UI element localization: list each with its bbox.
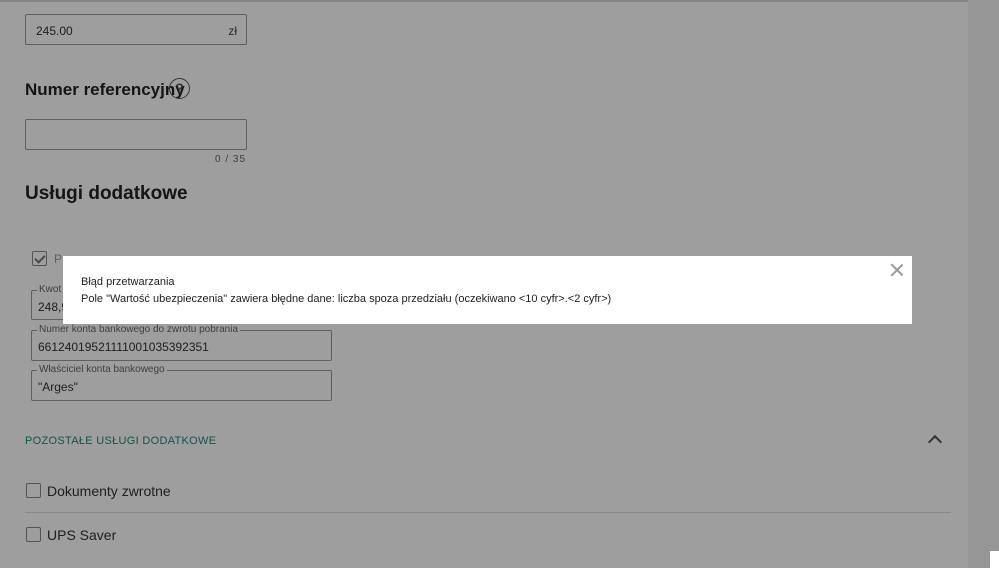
error-dialog-message: Pole "Wartość ubezpieczenia" zawiera błę… — [81, 293, 612, 305]
error-dialog-title: Błąd przetwarzania — [81, 276, 175, 288]
scroll-corner — [990, 551, 999, 568]
close-icon[interactable] — [889, 262, 905, 278]
error-dialog: Błąd przetwarzania Pole "Wartość ubezpie… — [63, 256, 912, 324]
